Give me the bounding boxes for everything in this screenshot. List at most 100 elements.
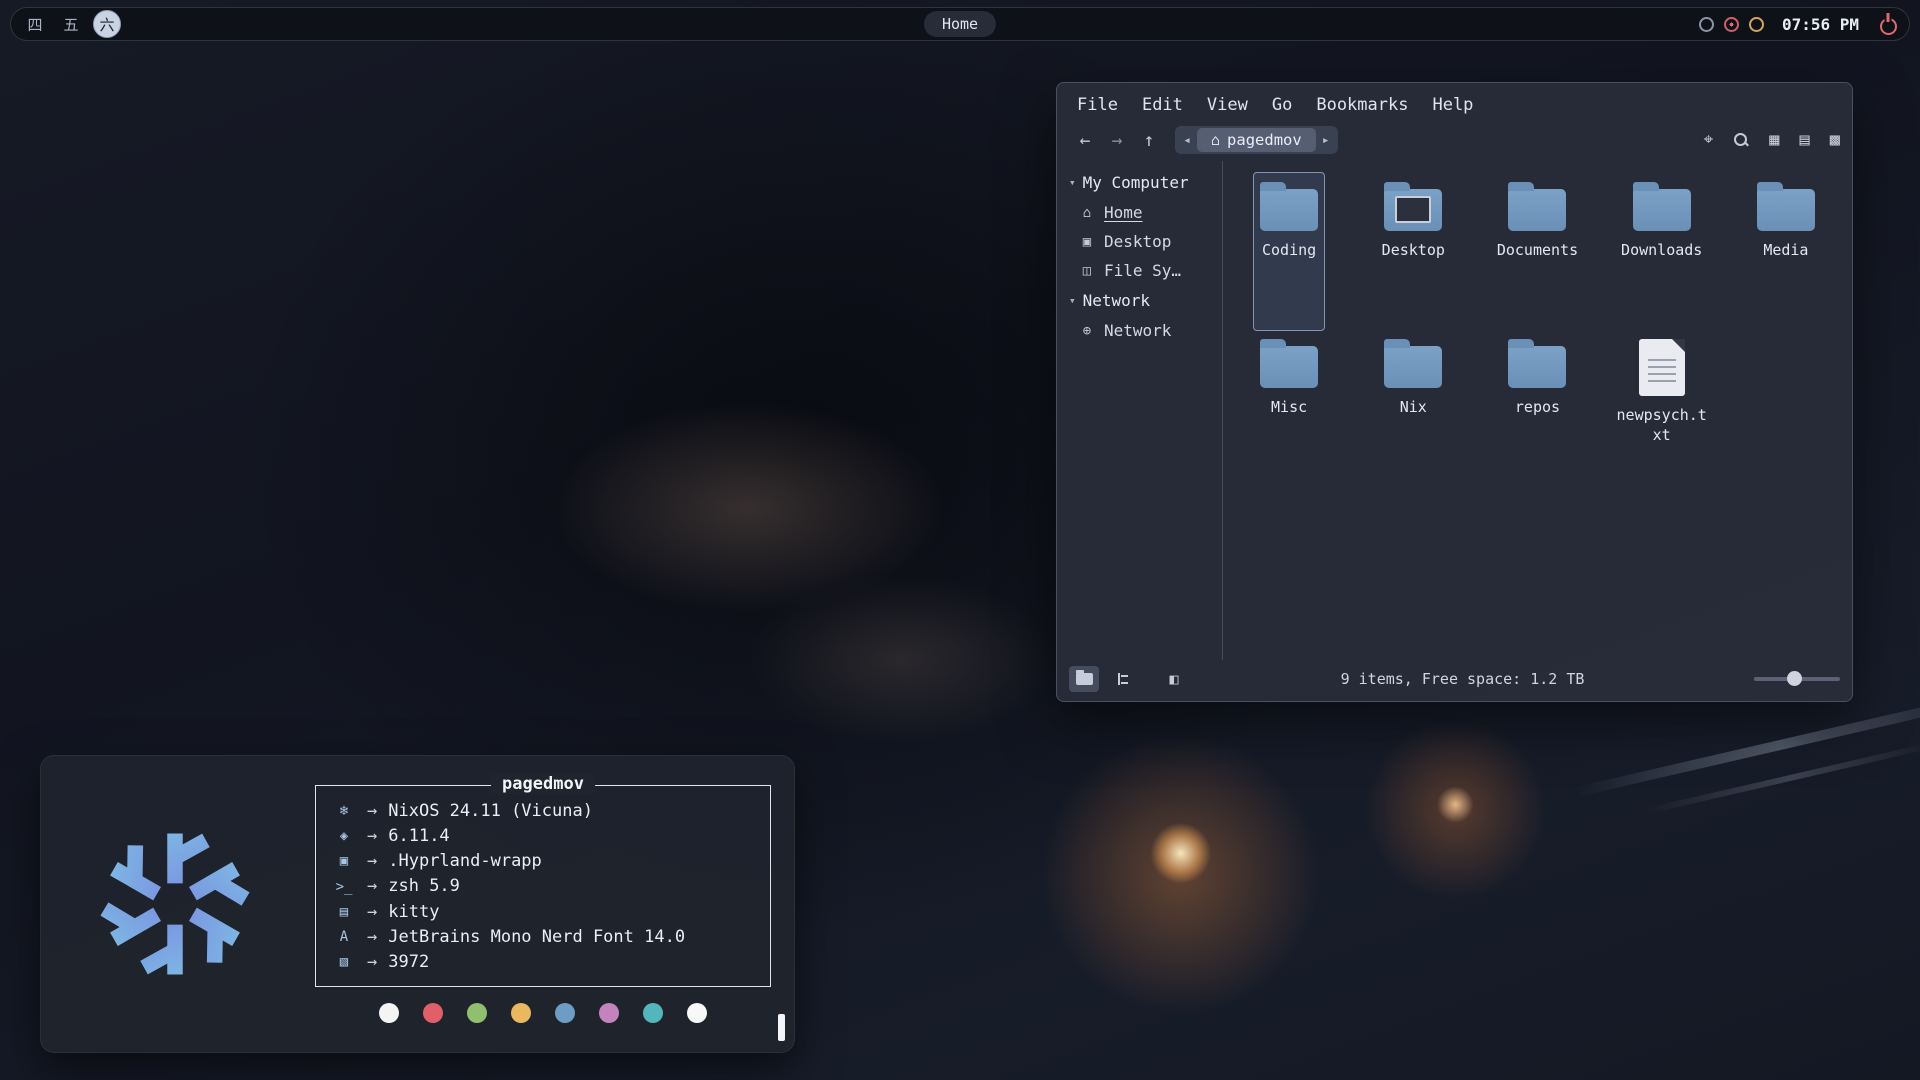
icon-view-button[interactable]: ▦ bbox=[1769, 130, 1779, 150]
folder-icon bbox=[1508, 346, 1566, 388]
fetch-line-terminal: ▤ → kitty bbox=[332, 900, 754, 925]
package-icon: ▧ bbox=[332, 952, 356, 973]
menu-go[interactable]: Go bbox=[1272, 95, 1292, 115]
path-bar: ◂ ⌂ pagedmov ▸ bbox=[1175, 126, 1338, 154]
active-window-title: Home bbox=[924, 11, 996, 37]
fetch-value-shell: zsh 5.9 bbox=[388, 874, 460, 899]
shell-icon: >_ bbox=[332, 877, 356, 898]
sidebar-item-filesystem[interactable]: ◫ File Sy… bbox=[1069, 256, 1222, 285]
file-label: Downloads bbox=[1621, 240, 1702, 260]
chevron-right-icon[interactable]: ▸ bbox=[1316, 133, 1336, 148]
chevron-left-icon[interactable]: ◂ bbox=[1177, 133, 1197, 148]
sidebar-item-desktop[interactable]: ▣ Desktop bbox=[1069, 227, 1222, 256]
menu-bookmarks[interactable]: Bookmarks bbox=[1316, 95, 1408, 115]
split-pane-button[interactable]: ◧ bbox=[1159, 666, 1189, 692]
workspace-switcher: 四 五 六 bbox=[21, 10, 121, 38]
fetch-value-kernel: 6.11.4 bbox=[388, 824, 449, 849]
fetch-line-wm: ▣ → .Hyprland-wrapp bbox=[332, 849, 754, 874]
workspace-5[interactable]: 五 bbox=[57, 10, 85, 38]
folder-icon bbox=[1633, 189, 1691, 231]
zoom-slider-track[interactable] bbox=[1754, 677, 1840, 681]
file-label: Coding bbox=[1262, 240, 1316, 260]
forward-button[interactable]: → bbox=[1101, 127, 1133, 154]
palette-dot bbox=[643, 1003, 663, 1023]
sidebar-section-network[interactable]: ▾ Network bbox=[1069, 285, 1222, 316]
sidebar-section-label: Network bbox=[1083, 291, 1150, 310]
fetch-line-font: A → JetBrains Mono Nerd Font 14.0 bbox=[332, 925, 754, 950]
back-button[interactable]: ← bbox=[1069, 127, 1101, 154]
up-button[interactable]: ↑ bbox=[1133, 127, 1165, 154]
desktop: 四 五 六 Home 07:56 PM File Edit View Go Bo… bbox=[0, 0, 1920, 1080]
palette-dot bbox=[599, 1003, 619, 1023]
path-crumb-home[interactable]: ⌂ pagedmov bbox=[1197, 128, 1316, 152]
list-view-button[interactable]: ▤ bbox=[1800, 130, 1810, 150]
tray-indicator-icon[interactable] bbox=[1749, 17, 1764, 32]
fetch-line-kernel: ◈ → 6.11.4 bbox=[332, 824, 754, 849]
file-item-coding[interactable]: Coding bbox=[1254, 173, 1324, 330]
file-label: newpsych.txt bbox=[1616, 405, 1708, 446]
menu-edit[interactable]: Edit bbox=[1142, 95, 1183, 115]
sidebar-item-home[interactable]: ⌂ Home bbox=[1069, 198, 1222, 227]
file-item-downloads[interactable]: Downloads bbox=[1615, 173, 1708, 330]
wallpaper-highlight bbox=[1574, 693, 1920, 797]
arrow-icon: → bbox=[367, 900, 377, 925]
file-label: Documents bbox=[1497, 240, 1578, 260]
arrow-icon: → bbox=[367, 849, 377, 874]
fetch-panel: pagedmov ❄ → NixOS 24.11 (Vicuna) ◈ → 6.… bbox=[40, 755, 795, 1053]
file-item-newpsych-txt[interactable]: newpsych.txt bbox=[1610, 330, 1714, 487]
menu-help[interactable]: Help bbox=[1432, 95, 1473, 115]
menu-view[interactable]: View bbox=[1207, 95, 1248, 115]
zoom-slider-knob[interactable] bbox=[1787, 671, 1802, 686]
file-label: Misc bbox=[1271, 397, 1307, 417]
desktop-icon: ▣ bbox=[1079, 234, 1095, 250]
tray-indicator-icon[interactable] bbox=[1699, 17, 1714, 32]
file-item-repos[interactable]: repos bbox=[1502, 330, 1572, 487]
file-item-nix[interactable]: Nix bbox=[1378, 330, 1448, 487]
arrow-icon: → bbox=[367, 874, 377, 899]
arrow-icon: → bbox=[367, 925, 377, 950]
location-icon[interactable]: ⌖ bbox=[1704, 130, 1714, 150]
folder-icon bbox=[1384, 346, 1442, 388]
compact-view-button[interactable]: ▩ bbox=[1830, 130, 1840, 150]
menu-file[interactable]: File bbox=[1077, 95, 1118, 115]
os-icon: ❄ bbox=[332, 801, 356, 822]
system-tray bbox=[1699, 17, 1764, 32]
sidebar-section-label: My Computer bbox=[1083, 173, 1189, 192]
file-item-desktop[interactable]: Desktop bbox=[1376, 173, 1451, 330]
scrollbar-thumb[interactable] bbox=[778, 1014, 785, 1041]
path-crumb-label: pagedmov bbox=[1227, 131, 1302, 149]
palette-dot bbox=[379, 1003, 399, 1023]
palette-dot bbox=[687, 1003, 707, 1023]
folder-icon bbox=[1260, 346, 1318, 388]
clock[interactable]: 07:56 PM bbox=[1782, 15, 1859, 34]
folder-icon bbox=[1076, 673, 1093, 685]
file-item-media[interactable]: Media bbox=[1751, 173, 1821, 330]
chevron-down-icon[interactable]: ▾ bbox=[1069, 294, 1076, 307]
chevron-down-icon[interactable]: ▾ bbox=[1069, 176, 1076, 189]
zoom-slider[interactable] bbox=[1754, 677, 1840, 681]
disk-icon: ◫ bbox=[1079, 263, 1095, 279]
fetch-line-shell: >_ → zsh 5.9 bbox=[332, 874, 754, 899]
fetch-line-packages: ▧ → 3972 bbox=[332, 950, 754, 975]
workspace-4[interactable]: 四 bbox=[21, 10, 49, 38]
tray-indicator-icon[interactable] bbox=[1724, 17, 1739, 32]
text-file-icon bbox=[1639, 339, 1685, 396]
palette-dot bbox=[467, 1003, 487, 1023]
places-pane-button[interactable] bbox=[1069, 666, 1099, 692]
file-item-misc[interactable]: Misc bbox=[1254, 330, 1324, 487]
sidebar-section-my-computer[interactable]: ▾ My Computer bbox=[1069, 167, 1222, 198]
file-item-documents[interactable]: Documents bbox=[1491, 173, 1584, 330]
tree-icon bbox=[1115, 672, 1130, 687]
search-icon[interactable] bbox=[1733, 132, 1749, 148]
folder-desktop-icon bbox=[1384, 189, 1442, 231]
power-icon[interactable] bbox=[1877, 13, 1899, 35]
workspace-6-active[interactable]: 六 bbox=[93, 10, 121, 38]
fetch-info-frame: pagedmov ❄ → NixOS 24.11 (Vicuna) ◈ → 6.… bbox=[315, 785, 771, 987]
fetch-line-os: ❄ → NixOS 24.11 (Vicuna) bbox=[332, 799, 754, 824]
menu-bar: File Edit View Go Bookmarks Help bbox=[1057, 83, 1852, 121]
toolbar: ← → ↑ ◂ ⌂ pagedmov ▸ ⌖ ▦ ▤ ▩ bbox=[1057, 121, 1852, 161]
sidebar-item-network[interactable]: ⊕ Network bbox=[1069, 316, 1222, 345]
terminal-icon: ▤ bbox=[332, 902, 356, 923]
tree-view-button[interactable] bbox=[1107, 666, 1137, 692]
arrow-icon: → bbox=[367, 950, 377, 975]
